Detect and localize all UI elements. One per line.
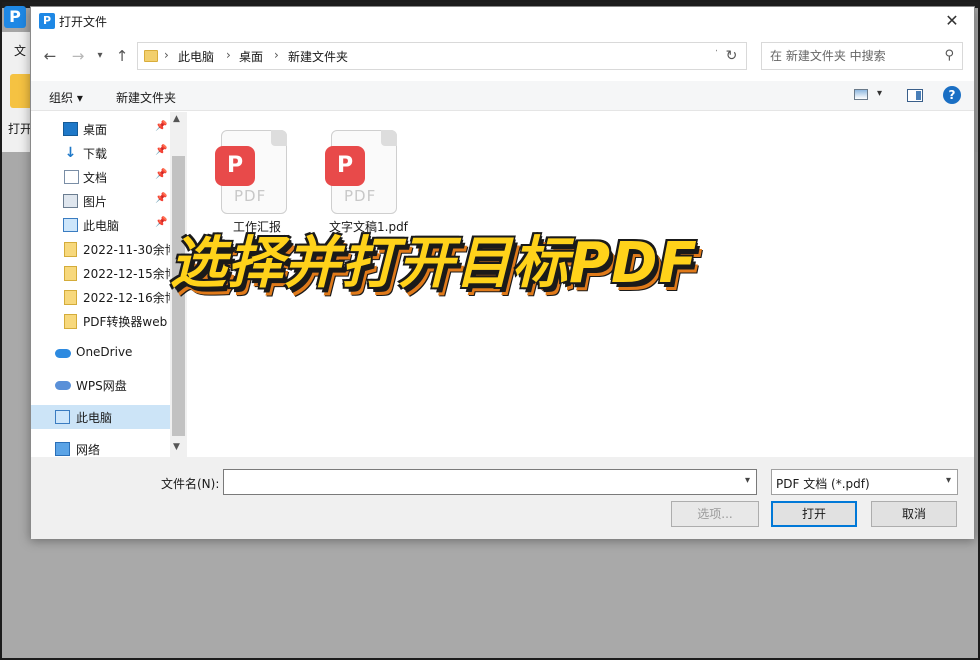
organize-button[interactable]: 组织 ▾ [49,89,83,106]
nav-item-folder-1216[interactable]: 2022-12-16余博 [31,285,171,309]
background-menu-text[interactable]: 文 [14,42,26,59]
breadcrumb-this-pc[interactable]: 此电脑 [178,48,214,65]
app-small-icon: P [39,13,55,29]
dialog-footer: 文件名(N): ▾ PDF 文档 (*.pdf) ▾ 选项... 打开 取消 [31,457,974,539]
nav-item-folder-1215[interactable]: 2022-12-15余博 [31,261,171,285]
wps-cloud-icon [55,381,71,390]
nav-item-desktop[interactable]: 桌面 📌 [31,117,171,141]
nav-item-label: 网络 [76,443,101,457]
search-box[interactable]: ⚲ [761,42,963,70]
filename-field[interactable]: ▾ [223,469,757,495]
pin-icon: 📌 [155,121,168,132]
nav-item-label: OneDrive [76,345,133,359]
picture-icon [63,194,78,208]
computer-icon [55,410,70,424]
breadcrumb-new-folder[interactable]: 新建文件夹 [288,48,348,65]
nav-item-label: 2022-12-16余博 [83,291,171,305]
file-type-select[interactable]: PDF 文档 (*.pdf) ▾ [771,469,958,495]
chevron-right-icon[interactable]: › [274,48,279,62]
search-icon[interactable]: ⚲ [944,48,954,63]
pin-icon: 📌 [155,169,168,180]
nav-item-this-pc-pinned[interactable]: 此电脑 📌 [31,213,171,237]
nav-item-label: 桌面 [83,123,108,137]
cloud-icon [55,349,71,358]
scroll-down-icon[interactable]: ▼ [173,442,180,452]
recent-chevron-down-icon[interactable]: ▾ [89,45,111,67]
view-mode-icon[interactable] [854,89,868,100]
scroll-up-icon[interactable]: ▲ [173,114,180,124]
background-open-text[interactable]: 打开 [8,120,32,137]
nav-item-folder-1130[interactable]: 2022-11-30余博 [31,237,171,261]
nav-item-documents[interactable]: 文档 📌 [31,165,171,189]
toolbar: 组织 ▾ 新建文件夹 ▾ ? [31,81,974,111]
nav-item-label: 下载 [83,147,108,161]
preview-pane-icon[interactable] [907,89,923,102]
navigation-pane: 桌面 📌 ↓ 下载 📌 文档 📌 图片 📌 此电脑 📌 2022-11-30余博 [31,112,187,457]
nav-item-wps-drive[interactable]: WPS网盘 [31,373,171,397]
pdf-app-icon: P [215,146,255,186]
background-folder-icon [10,74,32,108]
nav-item-label: 2022-12-15余博 [83,267,171,281]
overlay-caption: 选择并打开目标PDF [170,231,698,296]
cancel-button[interactable]: 取消 [871,501,957,527]
new-folder-button[interactable]: 新建文件夹 [116,89,176,106]
nav-item-pictures[interactable]: 图片 📌 [31,189,171,213]
document-icon [64,170,79,184]
folder-icon [64,242,77,257]
nav-item-label: PDF转换器web [83,315,168,329]
refresh-button[interactable]: ↻ [717,42,747,70]
forward-arrow-icon[interactable]: → [67,45,89,67]
nav-item-pdf-converter[interactable]: PDF转换器web [31,309,171,333]
title-bar: P 打开文件 ✕ [31,7,974,35]
up-arrow-icon[interactable]: ↑ [111,45,133,67]
search-input[interactable] [770,48,930,64]
nav-item-label: WPS网盘 [76,379,127,393]
nav-item-downloads[interactable]: ↓ 下载 📌 [31,141,171,165]
nav-item-label: 文档 [83,171,108,185]
options-button[interactable]: 选项... [671,501,759,527]
help-icon[interactable]: ? [943,86,961,104]
open-button[interactable]: 打开 [771,501,857,527]
folder-icon [64,266,77,281]
view-chevron-down-icon[interactable]: ▾ [877,88,882,99]
file-type-value: PDF 文档 (*.pdf) [776,477,870,491]
filename-dropdown-icon[interactable]: ▾ [745,475,750,486]
folder-icon [64,314,77,329]
computer-icon [63,218,78,232]
nav-item-label: 此电脑 [83,219,120,233]
chevron-right-icon[interactable]: › [164,48,169,62]
dialog-title: 打开文件 [59,15,108,29]
network-icon [55,442,70,456]
close-button[interactable]: ✕ [930,7,974,35]
chevron-right-icon[interactable]: › [226,48,231,62]
pin-icon: 📌 [155,145,168,156]
pin-icon: 📌 [155,193,168,204]
nav-item-this-pc[interactable]: 此电脑 [31,405,171,429]
download-icon: ↓ [64,145,77,161]
desktop-icon [63,122,78,136]
folder-icon [144,50,158,62]
pin-icon: 📌 [155,217,168,228]
filename-label: 文件名(N): [161,477,220,491]
nav-item-onedrive[interactable]: OneDrive [31,341,171,365]
address-bar[interactable]: › 此电脑 › 桌面 › 新建文件夹 ▾ [137,42,747,70]
folder-icon [64,290,77,305]
nav-item-label: 图片 [83,195,108,209]
nav-item-label: 2022-11-30余博 [83,243,171,257]
breadcrumb-desktop[interactable]: 桌面 [239,48,263,65]
app-logo-icon: P [4,6,26,28]
pdf-app-icon: P [325,146,365,186]
nav-item-label: 此电脑 [76,411,113,425]
filename-input[interactable] [228,474,728,490]
back-arrow-icon[interactable]: ← [39,45,61,67]
file-type-dropdown-icon[interactable]: ▾ [946,475,951,486]
